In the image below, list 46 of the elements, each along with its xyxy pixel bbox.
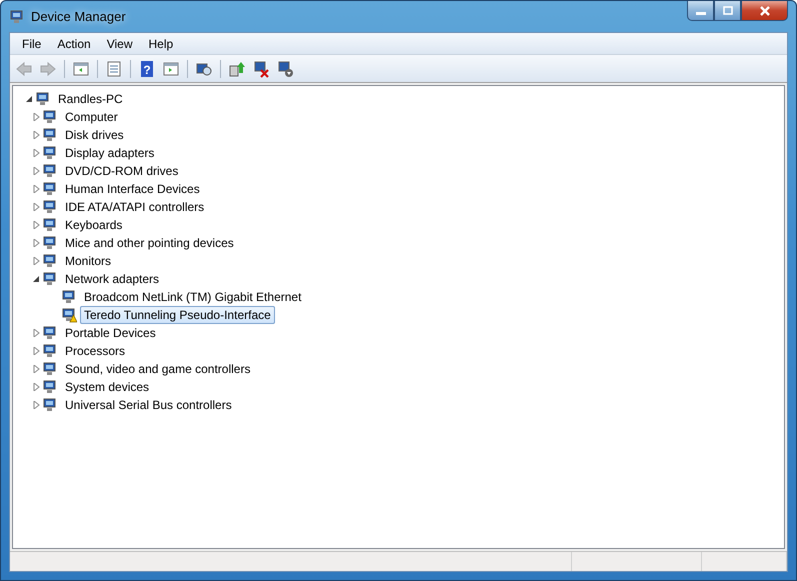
tree-item[interactable]: Randles-PC [54,90,127,108]
device-icon [42,379,58,395]
device-icon [9,8,25,24]
minimize-button[interactable] [687,1,714,21]
window-title: Device Manager [31,9,126,24]
tree-item[interactable]: Keyboards [61,216,126,234]
tree-item[interactable]: DVD/CD-ROM drives [61,162,182,180]
device-icon [42,325,58,341]
tree-item[interactable]: Broadcom NetLink (TM) Gigabit Ethernet [80,288,306,306]
device-icon [42,109,58,125]
tree-item[interactable]: Network adapters [61,270,164,288]
close-button[interactable] [741,1,788,21]
device-icon [42,127,58,143]
tree-item[interactable]: Mice and other pointing devices [61,234,238,252]
maximize-icon [722,6,734,16]
device-icon [42,253,58,269]
tree-item[interactable]: Display adapters [61,144,158,162]
device-icon [35,91,51,107]
device-icon [42,181,58,197]
device-icon [42,235,58,251]
maximize-button[interactable] [714,1,741,21]
close-icon [758,6,770,16]
tree-item[interactable]: Teredo Tunneling Pseudo-Interface [80,306,275,324]
tree-item[interactable]: Processors [61,342,130,360]
menu-item[interactable]: Help [140,36,182,50]
device-icon [42,145,58,161]
device-icon [42,397,58,413]
tree-item[interactable]: Portable Devices [61,324,160,342]
device-icon [42,199,58,215]
tree-item[interactable]: System devices [61,378,154,396]
menu-item[interactable]: Action [49,36,99,50]
tree-item[interactable]: Disk drives [61,126,128,144]
minimize-icon [696,12,706,15]
device-icon [42,271,58,287]
tree-item[interactable]: Universal Serial Bus controllers [61,396,236,414]
device-icon [42,163,58,179]
tree-item[interactable]: Computer [61,108,122,126]
device-icon [42,361,58,377]
device-icon [42,217,58,233]
device-icon [42,343,58,359]
menu-item[interactable]: View [98,36,140,50]
tree-item[interactable]: Monitors [61,252,116,270]
tree-item[interactable]: Human Interface Devices [61,180,204,198]
tree-item[interactable]: IDE ATA/ATAPI controllers [61,198,208,216]
tree-item[interactable]: Sound, video and game controllers [61,360,254,378]
menu-item[interactable]: File [14,36,50,50]
